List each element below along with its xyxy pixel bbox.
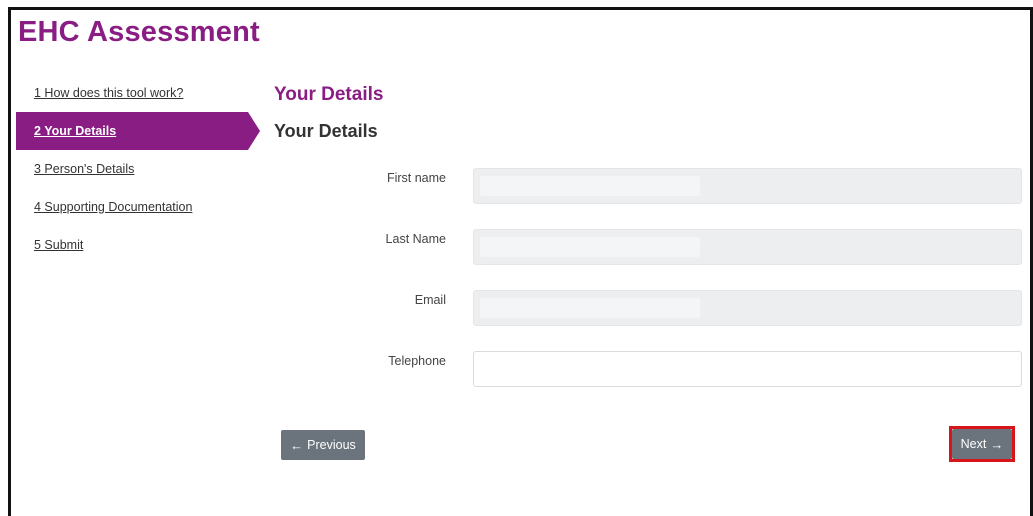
redacted-value — [480, 176, 700, 196]
section-heading: Your Details — [274, 84, 384, 105]
arrow-right-icon: → — [990, 436, 1004, 452]
next-button-label: Next — [960, 437, 987, 451]
first-name-label: First name — [386, 171, 446, 185]
step-link[interactable]: 3 Person's Details — [34, 162, 134, 176]
step-persons-details[interactable]: 3 Person's Details — [16, 150, 260, 188]
step-how-it-works[interactable]: 1 How does this tool work? — [16, 74, 260, 112]
previous-button[interactable]: ← Previous — [281, 430, 365, 460]
step-supporting-documentation[interactable]: 4 Supporting Documentation — [16, 188, 260, 226]
telephone-input[interactable] — [473, 351, 1022, 387]
next-button[interactable]: Next → — [952, 429, 1012, 459]
telephone-label: Telephone — [388, 354, 446, 368]
redacted-value — [480, 298, 700, 318]
step-submit[interactable]: 5 Submit — [16, 226, 260, 264]
previous-button-label: Previous — [307, 438, 356, 452]
app-title: EHC Assessment — [18, 16, 260, 48]
step-your-details[interactable]: 2 Your Details — [16, 112, 260, 150]
step-link[interactable]: 1 How does this tool work? — [34, 86, 183, 100]
last-name-label: Last Name — [385, 232, 446, 246]
email-label: Email — [414, 293, 446, 307]
redacted-value — [480, 237, 700, 257]
step-navigation: 1 How does this tool work? 2 Your Detail… — [16, 74, 260, 264]
step-link[interactable]: 5 Submit — [34, 238, 83, 252]
section-subheading: Your Details — [274, 121, 378, 141]
arrow-left-icon: ← — [290, 437, 304, 453]
step-link[interactable]: 4 Supporting Documentation — [34, 200, 192, 214]
step-link[interactable]: 2 Your Details — [34, 124, 116, 138]
